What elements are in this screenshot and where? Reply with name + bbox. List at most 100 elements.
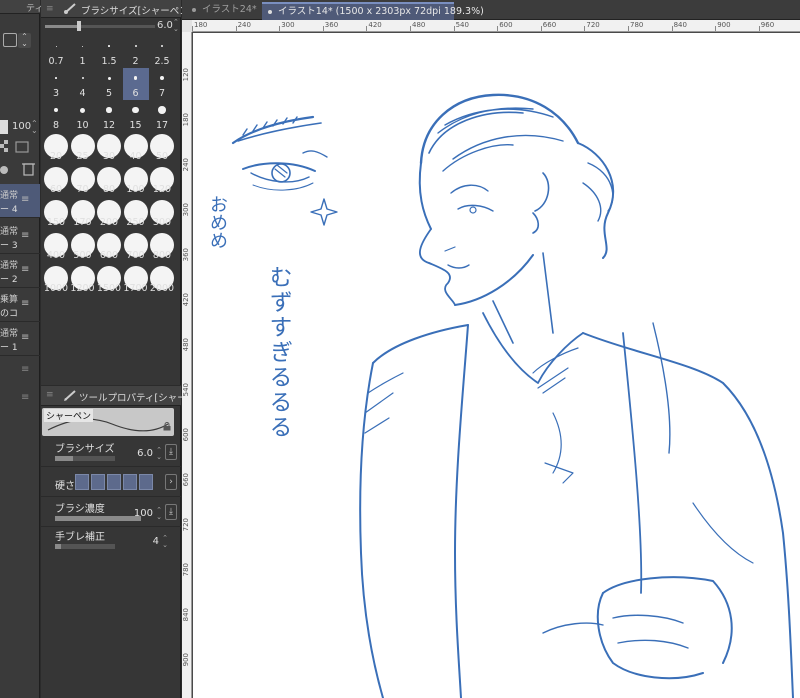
brush-size-slider-fill (45, 25, 79, 28)
layer-item[interactable]: 通常ー 4 ≡ (0, 184, 40, 218)
brush-tip-preview-icon (132, 106, 139, 114)
ruler-tick-label: 660 (182, 473, 190, 487)
brush-size-preset[interactable]: 50 (149, 131, 175, 163)
drawing-canvas[interactable]: おめめ むずすぎるるる (193, 33, 800, 698)
layer-folder-icon[interactable] (3, 33, 17, 47)
layer-name: のコ (0, 309, 19, 319)
horizontal-ruler[interactable]: 180 240 300 360 420 480 540 600 660 720 780 840 900 9… (192, 20, 800, 32)
ruler-tick (453, 26, 455, 31)
panel-menu-icon[interactable]: ≡ (46, 4, 54, 14)
brush-tip-preview-icon (55, 77, 57, 79)
brush-size-icon (64, 3, 76, 14)
brush-density-property[interactable]: ブラシ濃度 100 ⌃ ⌄ ⤓ (41, 498, 181, 528)
layer-item[interactable]: 乗算 のコ ≡ (0, 288, 40, 322)
ruler-tick-label: 360 (324, 21, 339, 29)
layer-opacity-control[interactable]: 100 ⌃ ⌄ (0, 118, 40, 136)
panel-menu-icon[interactable]: ≡ (46, 390, 54, 400)
ruler-tick (540, 26, 542, 31)
layer-panel: ティ ⌃ ⌄ 100 ⌃ ⌄ 通常ー 4 ≡ 通常ー 3 ≡ 通常ー 2 ≡ 乗算 のコ ≡ 通常ー … (0, 0, 43, 698)
brush-tip-preview-icon (108, 45, 110, 47)
brush-size-panel-title: ブラシサイズ[シャーペン] (81, 6, 193, 17)
layer-panel-scroll-icon[interactable]: ≡ (21, 392, 29, 403)
brush-tip-preview-icon (107, 76, 111, 80)
stabilization-stepper[interactable]: ⌃ ⌄ (162, 535, 168, 549)
ruler-tick (497, 26, 499, 31)
stabilization-value: 4 (152, 536, 159, 547)
opacity-stepper-icon[interactable]: ⌃ ⌄ (31, 120, 38, 135)
ruler-tick (628, 26, 629, 31)
brush-tip-preview-icon (81, 77, 84, 79)
layer-name: ー 4 (0, 205, 18, 215)
tool-property-panel-tab[interactable]: ≡ ツールプロパティ[シャーペ (41, 386, 196, 406)
layer-blend-mode: 通常 (0, 261, 19, 271)
brush-density-stepper[interactable]: ⌃ ⌄ (156, 507, 162, 521)
ruler-tick-label: 180 (194, 21, 208, 29)
layer-blend-mode: 通常 (0, 227, 19, 237)
hardness-level-1[interactable] (75, 474, 89, 490)
brush-size-panel-tab[interactable]: ≡ ブラシサイズ[シャーペン] (41, 0, 192, 18)
layer-item[interactable]: 通常ー 2 ≡ (0, 254, 40, 288)
lock-icon[interactable] (163, 422, 171, 431)
layer-panel-tab[interactable]: ティ (0, 0, 43, 14)
density-pressure-button[interactable]: ⤓ (165, 504, 177, 520)
hardness-level-5[interactable] (139, 474, 153, 490)
brush-size-preset[interactable]: 2.5 (149, 36, 175, 68)
layer-item[interactable]: 通常ー 1 ≡ (0, 322, 40, 356)
brush-size-value: 6.0 (157, 20, 173, 31)
ruler-tick (671, 26, 673, 31)
stabilization-bar[interactable] (55, 544, 115, 549)
brush-size-preset[interactable]: 800 (149, 230, 175, 262)
brush-size-preset-label: 7 (158, 88, 166, 99)
ruler-tick-label: 360 (182, 248, 190, 262)
document-tab-1[interactable]: イラスト24* (186, 2, 260, 20)
tool-name: シャーペン (44, 409, 94, 422)
ruler-tick (715, 26, 717, 31)
layer-drag-handle-icon[interactable]: ≡ (21, 332, 29, 343)
layer-drag-handle-icon[interactable]: ≡ (21, 230, 29, 241)
brush-density-label: ブラシ濃度 (55, 504, 105, 515)
layer-drag-handle-icon[interactable]: ≡ (21, 298, 29, 309)
brush-size-preset[interactable]: 7 (149, 68, 175, 100)
brush-size-slider[interactable]: 6.0 ⌃ ⌄ (41, 19, 181, 33)
brush-size-preset-label: 300 (152, 217, 172, 228)
brush-size-property[interactable]: ブラシサイズ 6.0 ⌃ ⌄ ⤓ (41, 438, 181, 468)
document-tab-2[interactable]: イラスト14* (1500 x 2303px 72dpi 189.3%) (262, 2, 484, 20)
divider (41, 496, 181, 497)
brush-tip-preview-icon (134, 45, 137, 47)
layer-drag-handle-icon[interactable]: ≡ (21, 194, 29, 205)
handwritten-note-muzusugiru: むずすぎるるる (265, 265, 291, 440)
brush-size-property-stepper[interactable]: ⌃ ⌄ (156, 447, 162, 461)
brush-size-preset-label: 2000 (149, 283, 175, 294)
hardness-level-3[interactable] (107, 474, 121, 490)
layer-name: ー 1 (0, 343, 18, 353)
hardness-level-4[interactable] (123, 474, 137, 490)
ruler-tick-label: 900 (182, 653, 190, 667)
hardness-property[interactable]: 硬さ › (41, 468, 181, 498)
layer-drag-handle-icon[interactable]: ≡ (21, 264, 29, 275)
pressure-settings-button[interactable]: ⤓ (165, 444, 177, 460)
ruler-tick-label: 900 (717, 21, 731, 29)
brush-size-preset-label: 2.5 (154, 56, 170, 67)
ruler-tick-label: 840 (673, 21, 687, 29)
brush-tip-preview-icon (133, 76, 138, 80)
stroke-preview[interactable]: シャーペン (42, 408, 174, 436)
brush-size-preset[interactable]: 300 (149, 197, 175, 229)
brush-tip-preview-icon (158, 106, 166, 114)
brush-size-preset[interactable]: 2000 (149, 263, 175, 295)
stabilization-property[interactable]: 手ブレ補正 4 ⌃ ⌄ (41, 526, 181, 556)
brush-tip-preview-icon (160, 76, 164, 80)
brush-size-stepper-icon[interactable]: ⌃ ⌄ (173, 19, 179, 33)
vertical-ruler[interactable]: 120 180 240 300 360 420 480 540 600 660 720 780 840 9… (182, 32, 192, 698)
layer-mode-stepper[interactable]: ⌃ ⌄ (18, 33, 31, 48)
brush-size-slider-knob[interactable] (77, 21, 81, 31)
hardness-level-2[interactable] (91, 474, 105, 490)
brush-size-preset[interactable]: 17 (149, 100, 175, 132)
ruler-tick-label: 480 (412, 21, 426, 29)
brush-size-preset[interactable]: 120 (149, 164, 175, 196)
hardness-expand-button[interactable]: › (165, 474, 177, 490)
layer-item[interactable]: 通常ー 3 ≡ (0, 220, 40, 254)
ruler-tick-label: 180 (182, 113, 190, 127)
ruler-tick-label: 240 (237, 21, 251, 29)
layer-menu-icon[interactable]: ≡ (21, 364, 29, 375)
ruler-tick-label: 720 (586, 21, 600, 29)
